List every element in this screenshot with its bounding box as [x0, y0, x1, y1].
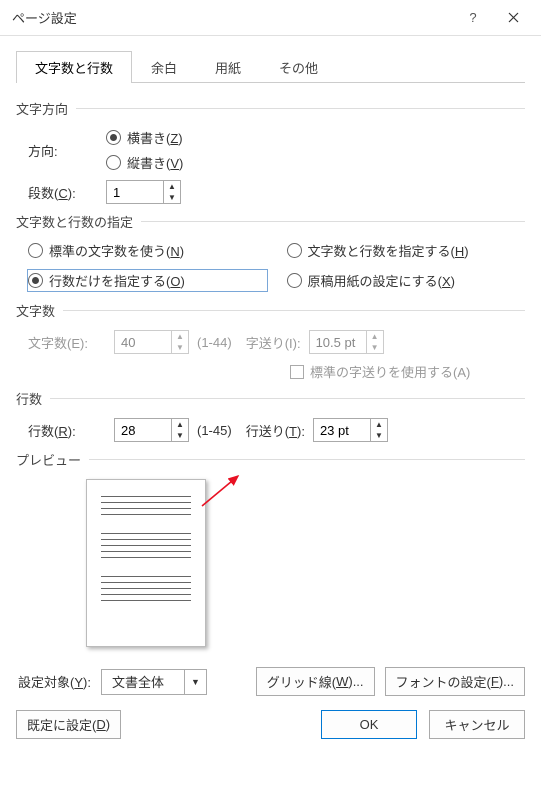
- spinner-down-icon[interactable]: ▼: [164, 192, 180, 203]
- radio-chars-lines[interactable]: 文字数と行数を指定する(H): [287, 241, 526, 260]
- radio-mark-icon: [287, 243, 302, 258]
- lines-pitch-spinner[interactable]: ▲▼: [313, 418, 388, 442]
- chevron-down-icon: ▼: [184, 670, 206, 694]
- radio-vertical[interactable]: 縦書き(V): [106, 153, 183, 172]
- columns-label: 段数(C):: [16, 183, 106, 202]
- spinner-down-icon: ▼: [172, 342, 188, 353]
- direction-label: 方向:: [16, 141, 106, 160]
- radio-mark-icon: [28, 273, 43, 288]
- tab-bar: 文字数と行数 余白 用紙 その他: [16, 50, 525, 83]
- group-lines: 行数: [16, 389, 525, 408]
- chars-count-label: 文字数(E):: [28, 333, 106, 352]
- chars-pitch-label: 字送り(I):: [246, 333, 301, 352]
- radio-manuscript[interactable]: 原稿用紙の設定にする(X): [287, 270, 526, 291]
- tab-paper[interactable]: 用紙: [196, 51, 260, 83]
- help-icon[interactable]: ?: [453, 0, 493, 36]
- gridlines-button[interactable]: グリッド線(W)...: [256, 667, 375, 696]
- chars-count-spinner: ▲▼: [114, 330, 189, 354]
- group-spec: 文字数と行数の指定: [16, 212, 525, 231]
- group-preview: プレビュー: [16, 450, 525, 469]
- radio-horizontal[interactable]: 横書き(Z): [106, 128, 183, 147]
- tab-chars-lines[interactable]: 文字数と行数: [16, 51, 132, 83]
- tab-margins[interactable]: 余白: [132, 51, 196, 83]
- spinner-down-icon[interactable]: ▼: [371, 430, 387, 441]
- lines-count-spinner[interactable]: ▲▼: [114, 418, 189, 442]
- spinner-up-icon[interactable]: ▲: [371, 419, 387, 430]
- spinner-up-icon[interactable]: ▲: [172, 419, 188, 430]
- group-chars: 文字数: [16, 301, 525, 320]
- chars-pitch-spinner: ▲▼: [309, 330, 384, 354]
- columns-spinner[interactable]: ▲ ▼: [106, 180, 181, 204]
- lines-count-input[interactable]: [115, 419, 171, 441]
- tab-other[interactable]: その他: [260, 51, 337, 83]
- lines-count-label: 行数(R):: [28, 421, 106, 440]
- radio-mark-icon: [28, 243, 43, 258]
- set-default-button[interactable]: 既定に設定(D): [16, 710, 121, 739]
- apply-to-label: 設定対象(Y):: [18, 672, 91, 691]
- close-icon[interactable]: [493, 0, 533, 36]
- spinner-up-icon: ▲: [367, 331, 383, 342]
- chars-count-input: [115, 331, 171, 353]
- spinner-down-icon: ▼: [367, 342, 383, 353]
- lines-pitch-label: 行送り(T):: [246, 421, 305, 440]
- check-default-pitch: 標準の字送りを使用する(A): [290, 362, 470, 381]
- font-settings-button[interactable]: フォントの設定(F)...: [385, 667, 525, 696]
- checkbox-icon: [290, 365, 304, 379]
- preview-page: [86, 479, 206, 647]
- apply-to-select[interactable]: 文書全体 ▼: [101, 669, 207, 695]
- radio-standard[interactable]: 標準の文字数を使う(N): [28, 241, 267, 260]
- radio-mark-icon: [106, 155, 121, 170]
- spinner-up-icon[interactable]: ▲: [164, 181, 180, 192]
- spinner-up-icon: ▲: [172, 331, 188, 342]
- cancel-button[interactable]: キャンセル: [429, 710, 525, 739]
- columns-input[interactable]: [107, 181, 163, 203]
- group-direction: 文字方向: [16, 99, 525, 118]
- radio-mark-icon: [287, 273, 302, 288]
- chars-count-range: (1-44): [197, 335, 232, 350]
- lines-count-range: (1-45): [197, 423, 232, 438]
- spinner-down-icon[interactable]: ▼: [172, 430, 188, 441]
- radio-mark-icon: [106, 130, 121, 145]
- ok-button[interactable]: OK: [321, 710, 417, 739]
- dialog-title: ページ設定: [12, 8, 453, 27]
- dialog-footer: 既定に設定(D) OK キャンセル: [0, 696, 541, 753]
- chars-pitch-input: [310, 331, 366, 353]
- titlebar: ページ設定 ?: [0, 0, 541, 36]
- radio-lines-only[interactable]: 行数だけを指定する(O): [28, 270, 267, 291]
- lines-pitch-input[interactable]: [314, 419, 370, 441]
